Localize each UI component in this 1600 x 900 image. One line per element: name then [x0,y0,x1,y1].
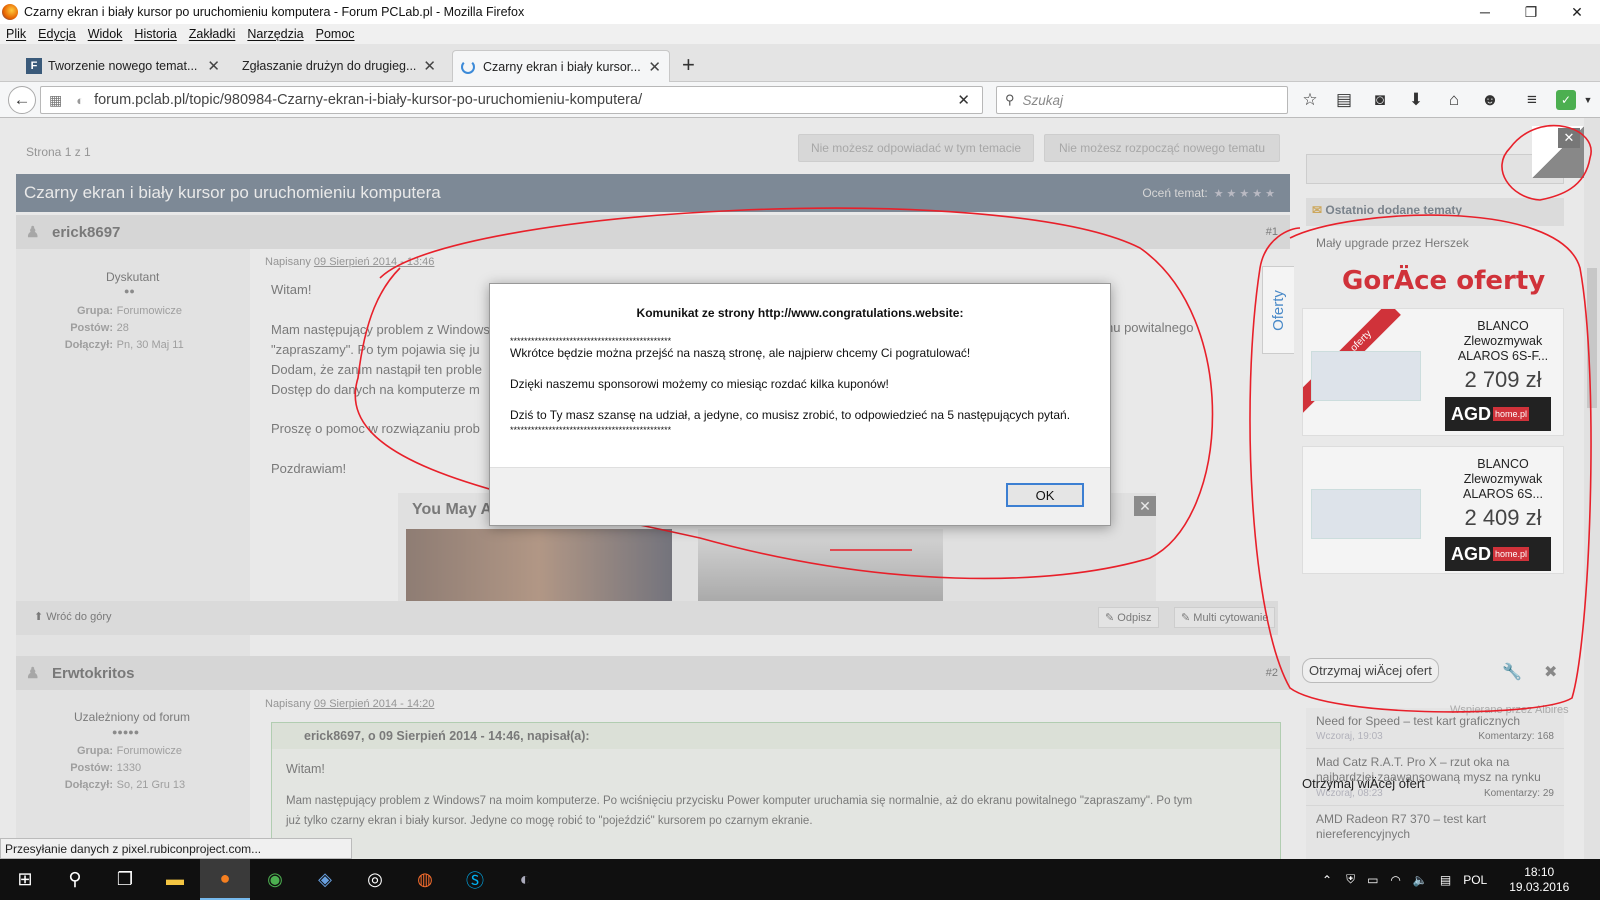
close-tab-icon[interactable]: ✕ [423,57,436,75]
tab-label: Zgłaszanie drużyn do drugieg... [242,59,417,73]
defender-icon[interactable]: ⛨ [1346,872,1355,887]
bookmark-star-icon[interactable]: ☆ [1298,88,1322,112]
dialog-title: Komunikat ze strony http://www.congratul… [636,306,964,320]
task-view-icon[interactable]: ❐ [100,859,150,900]
window-titlebar: Czarny ekran i biały kursor po uruchomie… [0,0,1600,24]
dialog-line-1: Wkrótce będzie można przejść na naszą st… [510,346,971,360]
menu-help[interactable]: Pomoc [316,27,355,41]
maximize-button[interactable]: ❐ [1508,0,1554,24]
new-tab-button[interactable]: + [682,52,695,78]
window-title: Czarny ekran i biały kursor po uruchomie… [24,5,525,19]
language-indicator[interactable]: POL [1463,873,1487,887]
menu-file[interactable]: Plik [6,27,26,41]
tab-team-registration[interactable]: Zgłaszanie drużyn do drugieg... ✕ [234,50,444,82]
hamburger-menu-icon[interactable]: ≡ [1520,88,1544,112]
menu-bar: Plik Edycja Widok Historia Zakładki Narz… [0,24,1600,44]
tab-label: Czarny ekran i biały kursor... [483,59,641,74]
bookmarks-list-icon[interactable]: ▤ [1332,88,1356,112]
menu-bookmarks[interactable]: Zakładki [189,27,236,41]
clear-url-icon[interactable]: ✕ [957,91,970,109]
skype-icon[interactable]: Ⓢ [450,859,500,900]
taskbar: ⊞ ⚲ ❐ ▬ ● ◉ ◈ ◎ ◍ Ⓢ ◐ ⌃ ⛨ ▭ ◠ 🔈 ▤ POL 18… [0,859,1600,900]
chrome-icon[interactable]: ◉ [250,859,300,900]
search-icon: ⚲ [1005,92,1015,107]
firefox-icon [2,4,18,20]
back-arrow-icon[interactable]: ← [8,86,36,114]
page-icon: ▦ [49,91,63,108]
minimize-button[interactable]: ─ [1462,0,1508,24]
chat-icon[interactable]: ☻ [1478,88,1502,112]
wifi-icon[interactable]: ◠ [1390,873,1400,887]
volume-icon[interactable]: 🔈 [1413,873,1428,887]
tab-label: Tworzenie nowego temat... [48,59,198,73]
close-window-button[interactable]: ✕ [1554,0,1600,24]
loading-spinner-icon [461,59,475,74]
search-placeholder: Szukaj [1022,92,1064,108]
system-tray: ⌃ ⛨ ▭ ◠ 🔈 ▤ POL 18:10 19.03.2016 [1322,859,1569,900]
file-explorer-icon[interactable]: ▬ [150,859,200,900]
url-bar[interactable]: ▦ ◐ forum.pclab.pl/topic/980984-Czarny-e… [40,86,983,114]
menu-tools[interactable]: Narzędzia [247,27,303,41]
tab-black-screen[interactable]: Czarny ekran i biały kursor... ✕ [452,50,670,82]
visual-studio-icon[interactable]: ◈ [300,859,350,900]
menu-history[interactable]: Historia [134,27,176,41]
annotation-circle-ads [1249,214,1592,713]
url-text: forum.pclab.pl/topic/980984-Czarny-ekran… [94,92,643,108]
dialog-line-2: Dzięki naszemu sponsorowi możemy co mies… [510,377,889,391]
page-content: Strona 1 z 1 Nie możesz odpowiadać w tym… [0,118,1600,859]
close-tab-icon[interactable]: ✕ [648,58,661,76]
clock[interactable]: 18:10 19.03.2016 [1509,865,1569,895]
menu-edit[interactable]: Edycja [38,27,76,41]
addon-dropdown-icon[interactable]: ▼ [1576,88,1600,112]
home-icon[interactable]: ⌂ [1442,88,1466,112]
steam-icon[interactable]: ◎ [350,859,400,900]
origin-icon[interactable]: ◍ [400,859,450,900]
dialog-line-3: Dziś to Ty masz szansę na udział, a jedy… [510,408,1071,422]
status-bar: Przesyłanie danych z pixel.rubiconprojec… [0,838,352,859]
forum-favicon-icon: F [26,58,42,74]
alert-dialog: Komunikat ze strony http://www.congratul… [489,283,1111,526]
tab-bar: F Tworzenie nowego temat... ✕ Zgłaszanie… [0,44,1600,82]
annotation-circle-corner [1501,124,1592,201]
close-tab-icon[interactable]: ✕ [207,57,220,75]
site-info-icon[interactable]: ◐ [76,93,84,108]
notifications-icon[interactable]: ▤ [1440,873,1451,887]
addon-icon[interactable]: ✓ [1556,90,1576,110]
navigation-bar: ← ▦ ◐ forum.pclab.pl/topic/980984-Czarny… [0,82,1600,118]
search-box[interactable]: ⚲ Szukaj [996,86,1288,114]
search-icon[interactable]: ⚲ [50,859,100,900]
teamspeak-icon[interactable]: ◐ [500,859,550,900]
pocket-icon[interactable]: ◙ [1368,88,1392,112]
tab-new-topic[interactable]: F Tworzenie nowego temat... ✕ [18,50,228,82]
start-windows-icon[interactable]: ⊞ [0,859,50,900]
firefox-taskbar-icon[interactable]: ● [200,859,250,900]
menu-view[interactable]: Widok [88,27,123,41]
battery-icon[interactable]: ▭ [1367,873,1378,887]
tray-chevron-icon[interactable]: ⌃ [1322,873,1332,887]
download-icon[interactable]: ⬇ [1404,88,1428,112]
ok-button[interactable]: OK [1006,483,1084,507]
